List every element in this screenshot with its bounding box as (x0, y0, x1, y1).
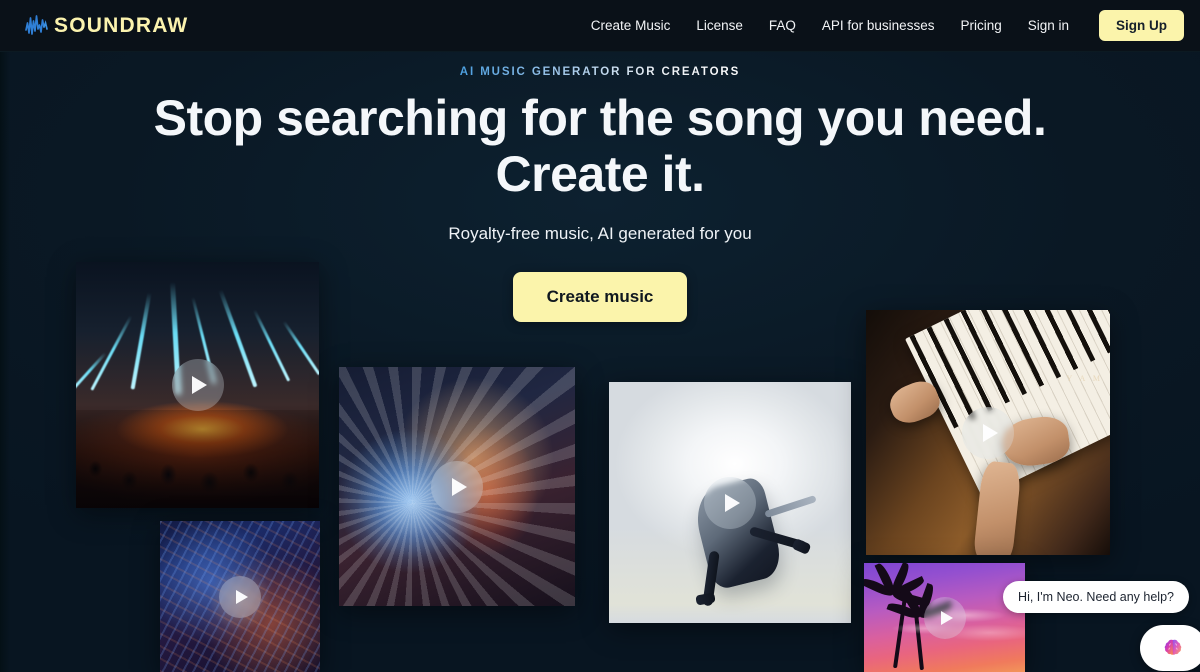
headline-line-1: Stop searching for the song you need. (153, 90, 1047, 146)
hero-subtitle: Royalty-free music, AI generated for you (448, 224, 752, 243)
chat-message-bubble[interactable]: Hi, I'm Neo. Need any help? (1003, 581, 1189, 613)
video-tile-disco[interactable] (339, 367, 575, 606)
hero-eyebrow-wrap: AI MUSIC GENERATOR FOR CREATORS (0, 52, 1200, 80)
nav-sign-in[interactable]: Sign in (1028, 18, 1069, 33)
nav-api-for-businesses[interactable]: API for businesses (822, 18, 935, 33)
hero-cta-wrap: Create music (0, 272, 1200, 322)
play-icon[interactable] (962, 406, 1014, 459)
nav-faq[interactable]: FAQ (769, 18, 796, 33)
sign-up-button[interactable]: Sign Up (1099, 10, 1184, 41)
page-title: Stop searching for the song you need. Cr… (0, 90, 1200, 202)
waveform-icon (25, 14, 48, 35)
create-music-button[interactable]: Create music (512, 272, 688, 322)
video-tile-dancer[interactable] (609, 382, 851, 623)
hero-section: AI MUSIC GENERATOR FOR CREATORS Stop sea… (0, 52, 1200, 322)
brain-icon (1164, 639, 1182, 655)
chat-launcher-button[interactable] (1140, 625, 1200, 671)
play-icon[interactable] (923, 596, 966, 639)
logo-text: SOUNDRAW (54, 14, 189, 37)
main-nav: Create Music License FAQ API for busines… (591, 10, 1184, 41)
logo[interactable]: SOUNDRAW (24, 14, 188, 38)
nav-license[interactable]: License (696, 18, 743, 33)
crowd-silhouette (76, 409, 319, 508)
play-icon[interactable] (171, 359, 224, 411)
video-tile-city[interactable] (160, 521, 320, 672)
site-header: SOUNDRAW Create Music License FAQ API fo… (0, 0, 1200, 52)
page-root: SOUNDRAW Create Music License FAQ API fo… (0, 0, 1200, 672)
nav-create-music[interactable]: Create Music (591, 18, 671, 33)
video-tile-piano[interactable]: Y A M (866, 310, 1110, 555)
play-icon[interactable] (219, 575, 261, 618)
video-tile-sunset[interactable] (864, 563, 1025, 672)
play-icon[interactable] (431, 460, 483, 513)
headline-line-2: Create it. (495, 146, 705, 202)
nav-pricing[interactable]: Pricing (960, 18, 1001, 33)
hero-eyebrow: AI MUSIC GENERATOR FOR CREATORS (459, 66, 741, 78)
piano-brand-label: Y A M (1066, 373, 1103, 383)
play-icon[interactable] (704, 476, 756, 529)
